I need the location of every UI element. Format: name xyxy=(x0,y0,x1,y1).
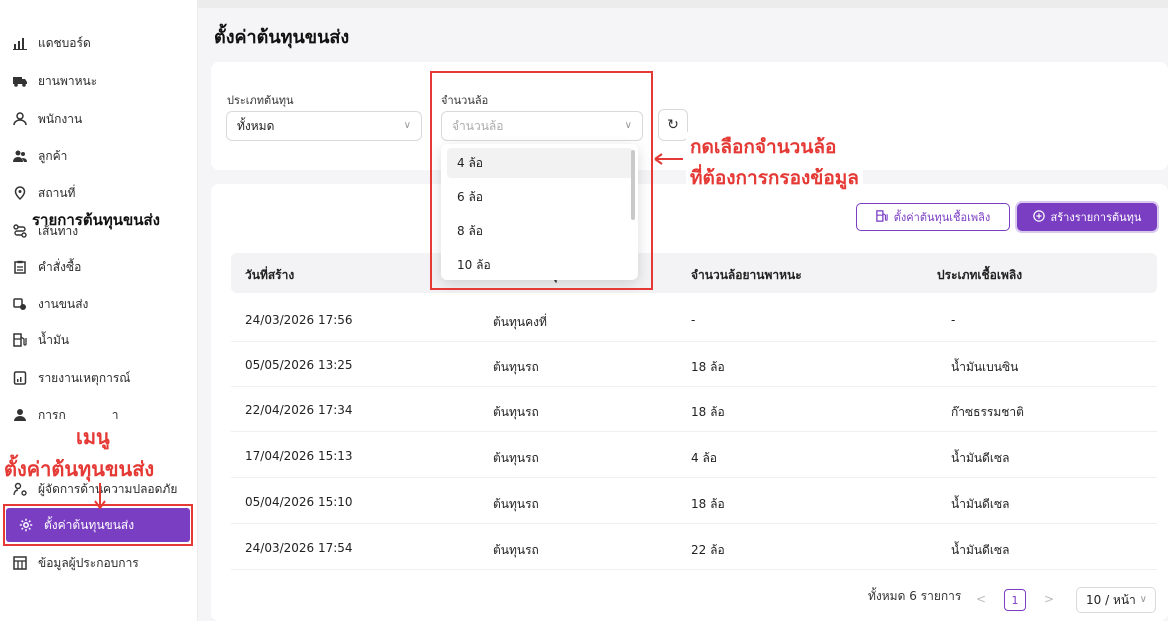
fuel-cost-settings-label: ตั้งค่าต้นทุนเชื้อเพลิง xyxy=(893,211,991,224)
page-size-value: 10 / หน้า xyxy=(1086,592,1136,607)
user-icon xyxy=(12,111,28,127)
cell-fuel-type: น้ำมันเบนซิน xyxy=(951,360,1019,374)
cell-fuel-type: - xyxy=(951,313,956,327)
table-row[interactable]: 22/04/2026 17:34 ต้นทุนรถ 18 ล้อ ก๊าซธรร… xyxy=(231,387,1157,432)
cell-created-date: 17/04/2026 15:13 xyxy=(245,449,353,463)
cell-wheel-count: 18 ล้อ xyxy=(691,360,725,374)
cell-wheel-count: - xyxy=(691,313,696,327)
sidebar-item-customers[interactable]: ลูกค้า xyxy=(0,139,198,173)
column-header-created-date: วันที่สร้าง xyxy=(245,268,295,282)
cell-wheel-count: 4 ล้อ xyxy=(691,451,718,465)
sidebar-item-label: ลูกค้า xyxy=(38,148,68,163)
reset-button[interactable]: ↻ xyxy=(658,109,688,141)
top-bar xyxy=(198,0,1168,8)
fuel-icon xyxy=(12,332,28,348)
user-group-icon xyxy=(12,407,28,423)
page-number-current[interactable]: 1 xyxy=(1004,589,1026,611)
report-icon xyxy=(12,370,28,386)
sidebar-item-label: งานขนส่ง xyxy=(38,296,89,311)
sidebar-item-label-tail: า xyxy=(111,407,119,422)
sidebar-item-label: ยานพาหนะ xyxy=(38,73,98,88)
sidebar-item-label: การก xyxy=(38,407,66,422)
cell-cost-type: ต้นทุนรถ xyxy=(493,497,539,511)
create-cost-button[interactable]: สร้างรายการต้นทุน xyxy=(1017,203,1157,231)
sidebar-item-dashboard[interactable]: แดชบอร์ด xyxy=(0,26,198,60)
prev-page-icon[interactable]: < xyxy=(976,592,986,606)
fuel-cost-settings-button[interactable]: ตั้งค่าต้นทุนเชื้อเพลิง xyxy=(856,203,1010,231)
cost-type-label: ประเภทต้นทุน xyxy=(227,94,294,107)
truck-icon xyxy=(12,73,28,89)
list-title: รายการต้นทุนขนส่ง xyxy=(32,211,160,229)
sidebar-item-employees[interactable]: พนักงาน xyxy=(0,102,198,136)
cell-cost-type: ต้นทุนรถ xyxy=(493,543,539,557)
next-page-icon[interactable]: > xyxy=(1044,592,1054,606)
page-title: ตั้งค่าต้นทุนขนส่ง xyxy=(214,27,350,48)
sidebar-item-fuel[interactable]: น้ำมัน xyxy=(0,323,198,357)
cell-wheel-count: 18 ล้อ xyxy=(691,405,725,419)
sidebar-item-label: ข้อมูลผู้ประกอบการ xyxy=(38,555,139,570)
annotation-text: ที่ต้องการกรองข้อมูล xyxy=(686,163,863,193)
sidebar-item-locations[interactable]: สถานที่ xyxy=(0,176,198,210)
table-row[interactable]: 24/03/2026 17:54 ต้นทุนรถ 22 ล้อ น้ำมันด… xyxy=(231,525,1157,570)
page-size-select[interactable]: 10 / หน้า ∨ xyxy=(1076,587,1156,613)
fuel-pump-icon xyxy=(875,209,888,225)
sidebar-item-label: น้ำมัน xyxy=(38,332,70,347)
table-row[interactable]: 05/04/2026 15:10 ต้นทุนรถ 18 ล้อ น้ำมันด… xyxy=(231,479,1157,524)
delivery-icon xyxy=(12,296,28,312)
table-row[interactable]: 24/03/2026 17:56 ต้นทุนคงที่ - - xyxy=(231,297,1157,342)
cell-created-date: 22/04/2026 17:34 xyxy=(245,403,353,417)
menu-annotation-text: เมนู xyxy=(76,425,110,449)
chevron-down-icon: ∨ xyxy=(1139,594,1147,605)
cell-created-date: 05/05/2026 13:25 xyxy=(245,358,353,372)
cell-fuel-type: น้ำมันดีเซล xyxy=(951,543,1010,557)
column-header-wheel-count: จำนวนล้อยานพาหนะ xyxy=(691,268,802,282)
cell-wheel-count: 18 ล้อ xyxy=(691,497,725,511)
cell-fuel-type: ก๊าซธรรมชาติ xyxy=(951,405,1024,419)
map-pin-icon xyxy=(12,185,28,201)
clipboard-icon xyxy=(12,259,28,275)
cell-fuel-type: น้ำมันดีเซล xyxy=(951,497,1010,511)
sidebar-item-vehicles[interactable]: ยานพาหนะ xyxy=(0,64,198,98)
column-header-fuel-type: ประเภทเชื้อเพลิง xyxy=(937,268,1023,282)
annotation-highlight-box xyxy=(430,71,653,290)
cost-type-value: ทั้งหมด xyxy=(237,118,275,133)
cell-created-date: 24/03/2026 17:56 xyxy=(245,313,353,327)
cell-wheel-count: 22 ล้อ xyxy=(691,543,725,557)
sidebar-item-deliveries[interactable]: งานขนส่ง xyxy=(0,287,198,321)
table-row[interactable]: 17/04/2026 15:13 ต้นทุนรถ 4 ล้อ น้ำมันดี… xyxy=(231,433,1157,478)
cell-created-date: 05/04/2026 15:10 xyxy=(245,495,353,509)
cell-cost-type: ต้นทุนรถ xyxy=(493,360,539,374)
menu-annotation-arrow-icon xyxy=(94,483,106,509)
sidebar-item-incident-reports[interactable]: รายงานเหตุการณ์ xyxy=(0,361,198,395)
sidebar-item-label: รายงานเหตุการณ์ xyxy=(38,370,131,385)
cost-type-select[interactable]: ทั้งหมด ∨ xyxy=(226,111,422,141)
users-icon xyxy=(12,148,28,164)
pagination-total: ทั้งหมด 6 รายการ xyxy=(868,589,962,603)
plus-circle-icon xyxy=(1032,209,1045,225)
sidebar-item-operator-info[interactable]: ข้อมูลผู้ประกอบการ xyxy=(0,546,198,580)
table-row[interactable]: 05/05/2026 13:25 ต้นทุนรถ 18 ล้อ น้ำมันเ… xyxy=(231,342,1157,387)
sidebar-item-label: คำสั่งซื้อ xyxy=(38,259,82,274)
refresh-icon: ↻ xyxy=(667,117,679,133)
bar-chart-icon xyxy=(12,35,28,51)
sidebar-item-label: สถานที่ xyxy=(38,185,76,200)
annotation-arrow-icon xyxy=(654,153,683,165)
cell-fuel-type: น้ำมันดีเซล xyxy=(951,451,1010,465)
cell-created-date: 24/03/2026 17:54 xyxy=(245,541,353,555)
route-icon xyxy=(12,223,28,239)
annotation-text: กดเลือกจำนวนล้อ xyxy=(686,132,841,162)
table-header: วันที่สร้าง ประเภทต้นทุน จำนวนล้อยานพาหน… xyxy=(231,253,1157,293)
cell-cost-type: ต้นทุนรถ xyxy=(493,451,539,465)
building-icon xyxy=(12,555,28,571)
sidebar-item-label: พนักงาน xyxy=(38,111,83,126)
cell-cost-type: ต้นทุนรถ xyxy=(493,405,539,419)
chevron-down-icon: ∨ xyxy=(403,120,411,131)
create-cost-label: สร้างรายการต้นทุน xyxy=(1050,211,1142,224)
menu-highlight-frame xyxy=(3,504,193,546)
sidebar-item-orders[interactable]: คำสั่งซื้อ xyxy=(0,250,198,284)
cell-cost-type: ต้นทุนคงที่ xyxy=(493,315,547,329)
sidebar-item-label: แดชบอร์ด xyxy=(38,35,91,50)
menu-annotation-text: ตั้งค่าต้นทุนขนส่ง xyxy=(4,457,155,481)
